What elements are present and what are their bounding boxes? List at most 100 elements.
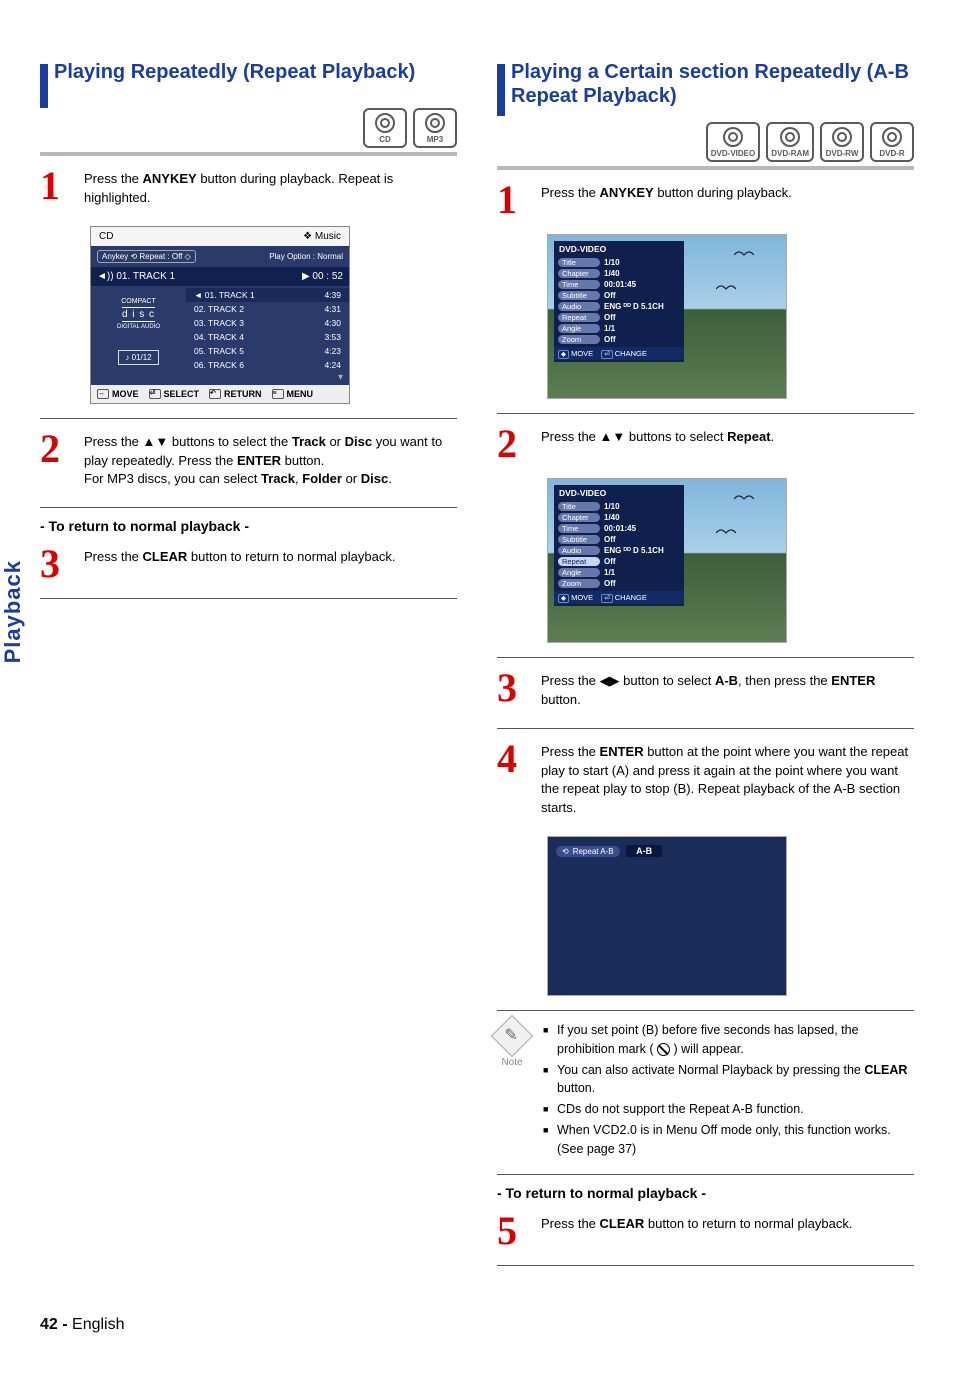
step-text: Press the ▲▼ buttons to select Repeat. <box>541 428 774 460</box>
divider <box>497 1265 914 1266</box>
divider <box>497 413 914 414</box>
section-title: Playing a Certain section Repeatedly (A-… <box>511 60 914 108</box>
scroll-arrow-icon: ▾ <box>186 372 349 383</box>
info-row: Angle1/1 <box>554 567 684 578</box>
disc-badge-dvd-video: DVD-VIDEO <box>706 122 760 162</box>
track-counter: ♪ 01/12 <box>118 350 158 365</box>
note-block: Note If you set point (B) before five se… <box>497 1021 914 1160</box>
track-row: 05. TRACK 54:23 <box>186 344 349 358</box>
accent-bar <box>40 64 48 108</box>
track-list: ◄ 01. TRACK 14:39 02. TRACK 24:31 03. TR… <box>186 286 349 385</box>
return-subhead: - To return to normal playback - <box>497 1185 914 1201</box>
info-row-highlighted: RepeatOff <box>554 556 684 567</box>
osd-foot-menu: ≡MENU <box>272 389 314 399</box>
info-row: Chapter1/40 <box>554 512 684 523</box>
disc-logo: d i s c <box>122 307 155 322</box>
note-item: CDs do not support the Repeat A-B functi… <box>543 1100 914 1119</box>
step-text: Press the ◀▶ button to select A-B, then … <box>541 672 914 710</box>
prohibition-icon <box>657 1043 670 1056</box>
step-text: Press the ANYKEY button during playback. <box>541 184 792 216</box>
step-number: 4 <box>497 743 525 818</box>
info-row: RepeatOff <box>554 312 684 323</box>
track-row: 04. TRACK 43:53 <box>186 330 349 344</box>
osd-foot-select: ⏎SELECT <box>149 389 200 399</box>
track-row: ◄ 01. TRACK 14:39 <box>186 288 349 302</box>
note-item: You can also activate Normal Playback by… <box>543 1061 914 1099</box>
anykey-pill: Anykey ⟲ Repeat : Off ◇ <box>97 250 196 263</box>
dvd-osd: DVD-VIDEO Title1/10 Chapter1/40 Time00:0… <box>547 234 787 399</box>
divider <box>40 418 457 419</box>
cd-osd: CD ❖ Music Anykey ⟲ Repeat : Off ◇ Play … <box>90 226 350 404</box>
step-number: 1 <box>497 184 525 216</box>
osd-title: CD <box>99 231 113 242</box>
page-footer: 42 - English <box>40 1316 914 1334</box>
info-row: AudioENG ᴰᴰ D 5.1CH <box>554 545 684 556</box>
disc-badge-dvd-ram: DVD-RAM <box>766 122 814 162</box>
divider <box>40 598 457 599</box>
ab-repeat-osd: ⟲ Repeat A-B A-B <box>547 836 787 996</box>
dvd-info-title: DVD-VIDEO <box>554 241 684 257</box>
note-label: Note <box>497 1021 527 1160</box>
note-item: When VCD2.0 is in Menu Off mode only, th… <box>543 1121 914 1159</box>
disc-badge-cd: CD <box>363 108 407 148</box>
now-time: ▶ 00 : 52 <box>302 271 343 282</box>
osd-foot-return: ↶RETURN <box>209 389 262 399</box>
title-underline <box>40 152 457 156</box>
play-option: Play Option : Normal <box>269 252 343 261</box>
dvd-info-panel: DVD-VIDEO Title1/10 Chapter1/40 Time00:0… <box>554 241 684 362</box>
dvd-info-panel: DVD-VIDEO Title1/10 Chapter1/40 Time00:0… <box>554 485 684 606</box>
osd-foot-move: ↔MOVE <box>97 389 139 399</box>
step-number: 5 <box>497 1215 525 1247</box>
note-icon <box>491 1015 533 1057</box>
bird-icon <box>734 249 754 261</box>
step-number: 2 <box>40 433 68 490</box>
divider <box>497 728 914 729</box>
accent-bar <box>497 64 505 116</box>
osd-category: ❖ Music <box>303 231 341 242</box>
repeat-ab-value: A-B <box>626 845 662 857</box>
bird-icon <box>734 493 754 505</box>
track-row: 06. TRACK 64:24 <box>186 358 349 372</box>
disc-badge-dvd-r: DVD-R <box>870 122 914 162</box>
return-subhead: - To return to normal playback - <box>40 518 457 534</box>
now-playing: ◄)) 01. TRACK 1 <box>97 271 175 282</box>
disc-badge-mp3: MP3 <box>413 108 457 148</box>
info-row: ZoomOff <box>554 578 684 589</box>
info-row: SubtitleOff <box>554 290 684 301</box>
side-tab: Playback <box>0 560 26 663</box>
note-list: If you set point (B) before five seconds… <box>543 1021 914 1160</box>
step-number: 2 <box>497 428 525 460</box>
bird-icon <box>716 283 736 295</box>
info-row: Angle1/1 <box>554 323 684 334</box>
info-row: Title1/10 <box>554 501 684 512</box>
step-text: Press the ANYKEY button during playback.… <box>84 170 457 208</box>
info-row: Time00:01:45 <box>554 279 684 290</box>
info-row: Chapter1/40 <box>554 268 684 279</box>
step-text: Press the CLEAR button to return to norm… <box>84 548 395 580</box>
digital-audio-label: DIGITAL AUDIO <box>91 324 186 330</box>
dvd-info-title: DVD-VIDEO <box>554 485 684 501</box>
divider <box>497 1010 914 1011</box>
bird-icon <box>716 527 736 539</box>
step-number: 3 <box>40 548 68 580</box>
step-text: Press the ▲▼ buttons to select the Track… <box>84 433 457 490</box>
compact-label: COMPACT <box>91 298 186 305</box>
step-text: Press the CLEAR button to return to norm… <box>541 1215 852 1247</box>
disc-badge-dvd-rw: DVD-RW <box>820 122 864 162</box>
track-row: 03. TRACK 34:30 <box>186 316 349 330</box>
right-column: Playing a Certain section Repeatedly (A-… <box>497 60 914 1276</box>
step-text: Press the ENTER button at the point wher… <box>541 743 914 818</box>
section-title: Playing Repeatedly (Repeat Playback) <box>54 60 415 84</box>
divider <box>40 507 457 508</box>
track-row: 02. TRACK 24:31 <box>186 302 349 316</box>
left-column: Playing Repeatedly (Repeat Playback) CD … <box>40 60 457 1276</box>
divider <box>497 1174 914 1175</box>
info-row: Title1/10 <box>554 257 684 268</box>
repeat-ab-pill: ⟲ Repeat A-B <box>556 846 620 857</box>
info-row: ZoomOff <box>554 334 684 345</box>
info-row: AudioENG ᴰᴰ D 5.1CH <box>554 301 684 312</box>
step-number: 3 <box>497 672 525 710</box>
info-row: Time00:01:45 <box>554 523 684 534</box>
title-underline <box>497 166 914 170</box>
step-number: 1 <box>40 170 68 208</box>
